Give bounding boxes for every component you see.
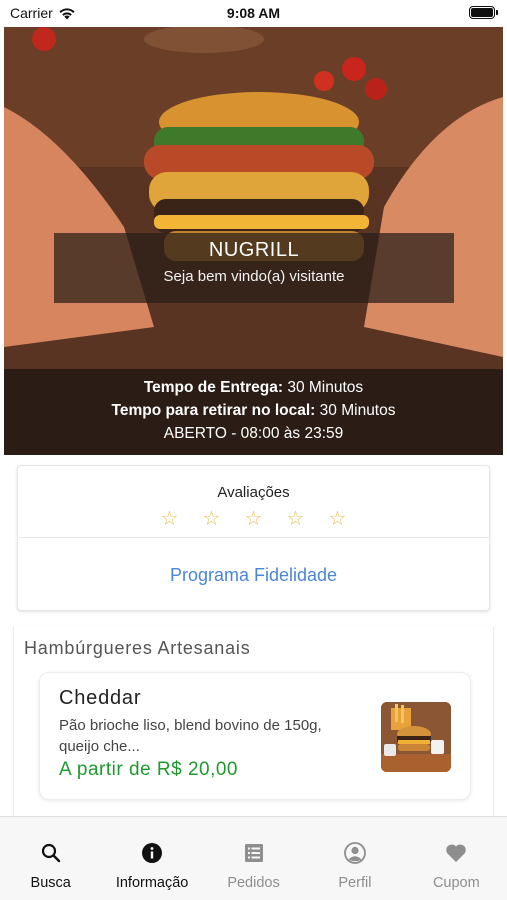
- product-name: Cheddar: [59, 687, 142, 709]
- heart-icon: [444, 841, 468, 865]
- battery-fill: [471, 8, 493, 17]
- restaurant-title-box: NUGRILL Seja bem vindo(a) visitante: [54, 233, 454, 303]
- bottom-tab-bar: Busca Informação Pedidos Perfil Cupom: [0, 816, 507, 900]
- tab-label: Cupom: [432, 875, 480, 891]
- star-icon[interactable]: ☆: [327, 508, 349, 530]
- delivery-info: Tempo de Entrega: 30 Minutos Tempo para …: [4, 369, 503, 455]
- delivery-time: Tempo de Entrega: 30 Minutos: [4, 376, 503, 399]
- pickup-time-value: 30 Minutos: [315, 402, 396, 419]
- star-icon[interactable]: ☆: [285, 508, 307, 530]
- tab-informacao[interactable]: Informação: [101, 817, 202, 900]
- star-icon[interactable]: ☆: [243, 508, 265, 530]
- info-icon: [140, 841, 164, 865]
- pickup-time: Tempo para retirar no local: 30 Minutos: [4, 399, 503, 422]
- tab-cupom[interactable]: Cupom: [406, 817, 507, 900]
- rating-stars[interactable]: ☆ ☆ ☆ ☆ ☆: [18, 508, 489, 530]
- pickup-time-label: Tempo para retirar no local:: [111, 402, 316, 419]
- tab-pedidos[interactable]: Pedidos: [203, 817, 304, 900]
- divider: [18, 537, 489, 538]
- product-card[interactable]: Cheddar Pão brioche liso, blend bovino d…: [39, 672, 471, 800]
- restaurant-name: NUGRILL: [208, 239, 300, 261]
- star-icon[interactable]: ☆: [159, 508, 181, 530]
- tab-label: Informação: [115, 875, 189, 891]
- ratings-title: Avaliações: [217, 484, 290, 501]
- star-icon[interactable]: ☆: [201, 508, 223, 530]
- delivery-time-value: 30 Minutos: [283, 379, 364, 396]
- category-title: Hambúrgueres Artesanais: [24, 638, 251, 658]
- category-section: Hambúrgueres Artesanais Cheddar Pão brio…: [13, 626, 494, 826]
- clock: 9:08 AM: [226, 5, 281, 21]
- opening-hours: ABERTO - 08:00 às 23:59: [163, 425, 344, 442]
- delivery-time-label: Tempo de Entrega:: [143, 379, 284, 396]
- loyalty-program-link[interactable]: Programa Fidelidade: [18, 565, 489, 586]
- restaurant-hero: NUGRILL Seja bem vindo(a) visitante Temp…: [4, 27, 503, 455]
- product-price: A partir de R$ 20,00: [59, 759, 238, 780]
- battery-nub: [496, 10, 498, 15]
- tab-label: Busca: [30, 875, 71, 891]
- profile-icon: [343, 841, 367, 865]
- battery-icon: [469, 6, 498, 19]
- welcome-message: Seja bem vindo(a) visitante: [163, 268, 345, 285]
- tab-perfil[interactable]: Perfil: [304, 817, 405, 900]
- product-thumbnail: [381, 702, 451, 772]
- status-bar: Carrier 9:08 AM: [0, 0, 507, 27]
- tab-label: Perfil: [338, 875, 372, 891]
- product-description: Pão brioche liso, blend bovino de 150g, …: [59, 717, 322, 755]
- tab-label: Pedidos: [227, 875, 280, 891]
- ratings-card: Avaliações ☆ ☆ ☆ ☆ ☆ Programa Fidelidade: [17, 465, 490, 611]
- tab-busca[interactable]: Busca: [0, 817, 101, 900]
- orders-icon: [242, 841, 266, 865]
- search-icon: [39, 841, 63, 865]
